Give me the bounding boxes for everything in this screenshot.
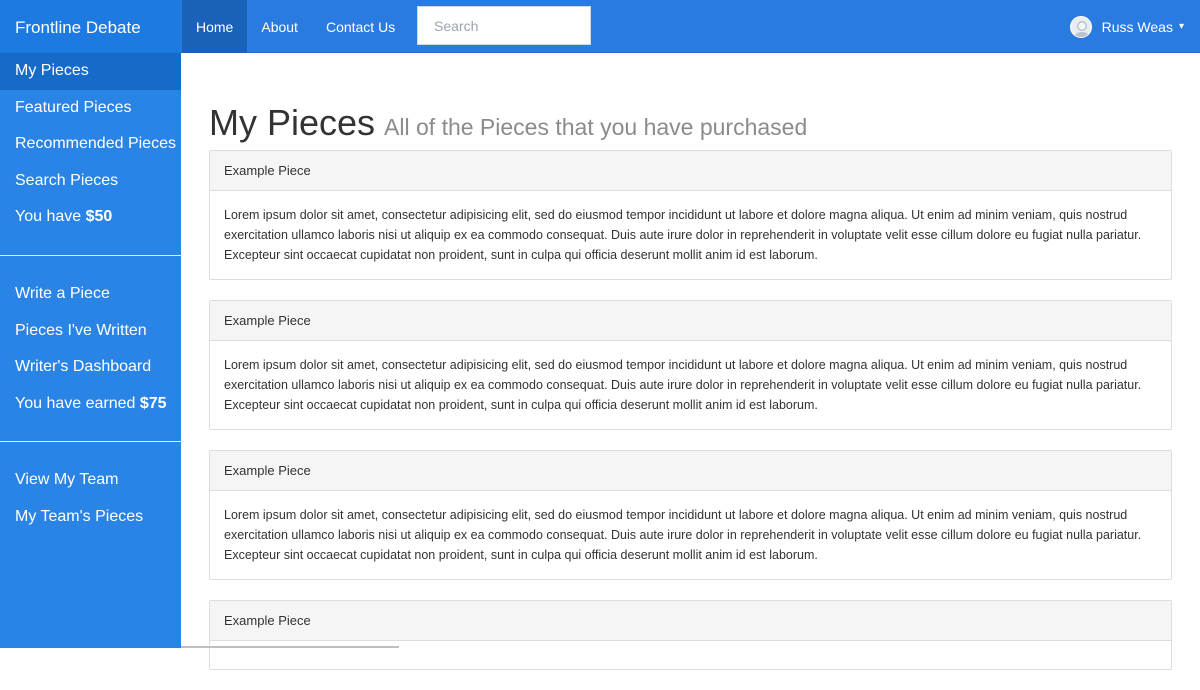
piece-panel[interactable]: Example Piece Lorem ipsum dolor sit amet… [209, 300, 1172, 430]
earned-prefix: You have earned [15, 394, 140, 412]
nav-contact-us[interactable]: Contact Us [312, 0, 409, 53]
page-header: My Pieces All of the Pieces that you hav… [209, 102, 1172, 143]
sidebar-item-view-my-team[interactable]: View My Team [0, 462, 181, 499]
piece-body: Lorem ipsum dolor sit amet, consectetur … [224, 358, 1142, 412]
piece-panel[interactable]: Example Piece Lorem ipsum dolor sit amet… [209, 450, 1172, 580]
earned-amount: $75 [139, 394, 167, 412]
balance-prefix: You have [15, 208, 86, 226]
piece-panel[interactable]: Example Piece [209, 600, 1172, 670]
sidebar-balance: You have $50 [0, 199, 181, 236]
pieces-list: Example Piece Lorem ipsum dolor sit amet… [209, 150, 1172, 670]
sidebar-item-recommended-pieces[interactable]: Recommended Pieces [0, 126, 181, 163]
sidebar-group-team: View My Team My Team's Pieces [0, 462, 181, 535]
sidebar-item-writers-dashboard[interactable]: Writer's Dashboard [0, 349, 181, 386]
balance-amount: $50 [85, 208, 113, 226]
sidebar-earned: You have earned $75 [0, 386, 181, 423]
main-content: My Pieces All of the Pieces that you hav… [209, 53, 1172, 690]
sidebar-item-featured-pieces[interactable]: Featured Pieces [0, 90, 181, 127]
user-avatar-icon [1073, 20, 1090, 37]
piece-title[interactable]: Example Piece [210, 301, 1171, 341]
piece-panel[interactable]: Example Piece Lorem ipsum dolor sit amet… [209, 150, 1172, 280]
sidebar-group-reader: My Pieces Featured Pieces Recommended Pi… [0, 53, 181, 236]
sidebar-divider [0, 254, 181, 256]
sidebar-item-my-teams-pieces[interactable]: My Team's Pieces [0, 499, 181, 536]
page-subtitle: All of the Pieces that you have purchase… [384, 114, 808, 140]
chevron-down-icon: ▾ [1178, 21, 1184, 32]
user-name: Russ Weas [1101, 18, 1173, 35]
avatar [1069, 15, 1092, 38]
search-input[interactable] [417, 6, 591, 45]
sidebar-item-my-pieces[interactable]: My Pieces [0, 53, 181, 90]
page-title: My Pieces [209, 102, 376, 143]
sidebar-group-writer: Write a Piece Pieces I've Written Writer… [0, 276, 181, 422]
sidebar-item-pieces-written[interactable]: Pieces I've Written [0, 313, 181, 350]
piece-body: Lorem ipsum dolor sit amet, consectetur … [224, 508, 1142, 562]
sidebar: My Pieces Featured Pieces Recommended Pi… [0, 53, 181, 648]
piece-title[interactable]: Example Piece [210, 451, 1171, 491]
sidebar-item-search-pieces[interactable]: Search Pieces [0, 163, 181, 200]
top-navbar: Frontline Debate Home About Contact Us R… [0, 0, 1200, 53]
sidebar-item-write-a-piece[interactable]: Write a Piece [0, 276, 181, 313]
nav-home[interactable]: Home [182, 0, 248, 53]
main-nav: Home About Contact Us [182, 0, 409, 53]
brand-logo[interactable]: Frontline Debate [0, 0, 181, 53]
sidebar-divider [0, 441, 181, 443]
piece-body: Lorem ipsum dolor sit amet, consectetur … [224, 208, 1142, 262]
piece-title[interactable]: Example Piece [210, 151, 1171, 191]
nav-about[interactable]: About [247, 0, 312, 53]
user-menu[interactable]: Russ Weas ▾ [1069, 0, 1184, 53]
piece-title[interactable]: Example Piece [210, 601, 1171, 641]
